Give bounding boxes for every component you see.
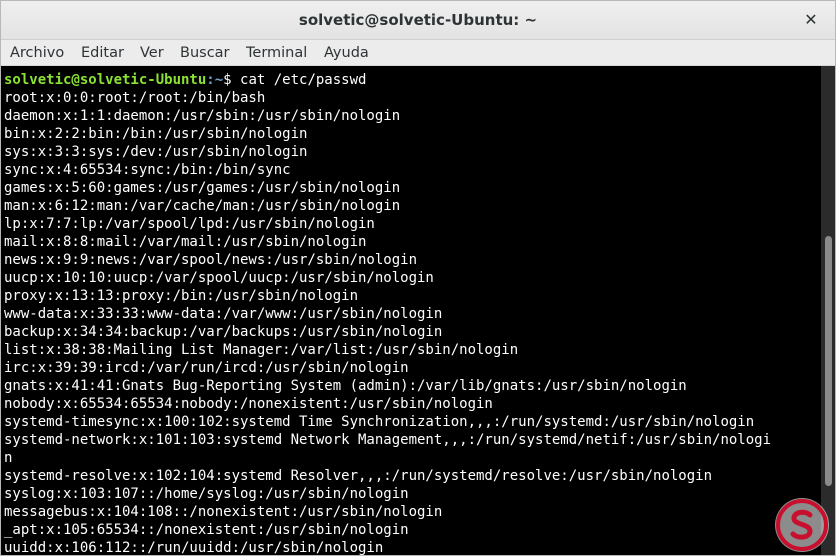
- menu-editar[interactable]: Editar: [81, 40, 124, 66]
- menu-ver[interactable]: Ver: [140, 40, 164, 66]
- scrollbar[interactable]: [821, 66, 835, 555]
- terminal-line: systemd-network:x:101:103:systemd Networ…: [4, 432, 772, 448]
- menu-ayuda[interactable]: Ayuda: [324, 40, 369, 66]
- prompt-line: solvetic@solvetic-Ubuntu:~$ cat /etc/pas…: [4, 71, 821, 89]
- terminal-line: sync:x:4:65534:sync:/bin:/bin/sync: [4, 162, 291, 178]
- terminal-line: backup:x:34:34:backup:/var/backups:/usr/…: [4, 324, 443, 340]
- prompt-path: :~: [206, 72, 224, 88]
- terminal-line: man:x:6:12:man:/var/cache/man:/usr/sbin/…: [4, 198, 401, 214]
- terminal-line: irc:x:39:39:ircd:/var/run/ircd:/usr/sbin…: [4, 360, 409, 376]
- terminal-line: systemd-resolve:x:102:104:systemd Resolv…: [4, 468, 713, 484]
- terminal-line: list:x:38:38:Mailing List Manager:/var/l…: [4, 342, 519, 358]
- close-icon: ✕: [804, 10, 818, 29]
- terminal-line: _apt:x:105:65534::/nonexistent:/usr/sbin…: [4, 522, 409, 538]
- terminal-line: games:x:5:60:games:/usr/games:/usr/sbin/…: [4, 180, 401, 196]
- terminal-line: nobody:x:65534:65534:nobody:/nonexistent…: [4, 396, 493, 412]
- window-title: solvetic@solvetic-Ubuntu: ~: [298, 11, 538, 29]
- scrollbar-thumb[interactable]: [825, 236, 832, 486]
- terminal-line: daemon:x:1:1:daemon:/usr/sbin:/usr/sbin/…: [4, 108, 401, 124]
- terminal-line: mail:x:8:8:mail:/var/mail:/usr/sbin/nolo…: [4, 234, 367, 250]
- terminal-line: gnats:x:41:41:Gnats Bug-Reporting System…: [4, 378, 687, 394]
- title-bar[interactable]: solvetic@solvetic-Ubuntu: ~ ✕: [1, 1, 835, 40]
- terminal-line: root:x:0:0:root:/root:/bin/bash: [4, 90, 266, 106]
- menu-archivo[interactable]: Archivo: [10, 40, 64, 66]
- terminal-line: uuidd:x:106:112::/run/uuidd:/usr/sbin/no…: [4, 540, 384, 556]
- terminal-window: solvetic@solvetic-Ubuntu: ~ ✕ Archivo Ed…: [0, 0, 836, 556]
- terminal-line: lp:x:7:7:lp:/var/spool/lpd:/usr/sbin/nol…: [4, 216, 375, 232]
- terminal-line: bin:x:2:2:bin:/bin:/usr/sbin/nologin: [4, 126, 308, 142]
- output-lines: root:x:0:0:root:/root:/bin/bash daemon:x:…: [4, 89, 821, 556]
- menu-buscar[interactable]: Buscar: [180, 40, 230, 66]
- terminal-line: news:x:9:9:news:/var/spool/news:/usr/sbi…: [4, 252, 418, 268]
- terminal-line: sys:x:3:3:sys:/dev:/usr/sbin/nologin: [4, 144, 308, 160]
- terminal-line: proxy:x:13:13:proxy:/bin:/usr/sbin/nolog…: [4, 288, 359, 304]
- terminal-line: n: [4, 450, 13, 466]
- terminal-output[interactable]: solvetic@solvetic-Ubuntu:~$ cat /etc/pas…: [1, 66, 821, 556]
- terminal-line: uucp:x:10:10:uucp:/var/spool/uucp:/usr/s…: [4, 270, 434, 286]
- solvetic-logo: [775, 498, 829, 552]
- close-button[interactable]: ✕: [801, 10, 821, 30]
- terminal-line: www-data:x:33:33:www-data:/var/www:/usr/…: [4, 306, 443, 322]
- menu-terminal[interactable]: Terminal: [246, 40, 307, 66]
- terminal-line: systemd-timesync:x:100:102:systemd Time …: [4, 414, 755, 430]
- terminal-line: messagebus:x:104:108::/nonexistent:/usr/…: [4, 504, 443, 520]
- menu-bar: Archivo Editar Ver Buscar Terminal Ayuda: [1, 40, 835, 66]
- terminal-line: syslog:x:103:107::/home/syslog:/usr/sbin…: [4, 486, 409, 502]
- prompt-user: solvetic@solvetic-Ubuntu: [4, 72, 207, 88]
- prompt-command: $ cat /etc/passwd: [223, 72, 367, 88]
